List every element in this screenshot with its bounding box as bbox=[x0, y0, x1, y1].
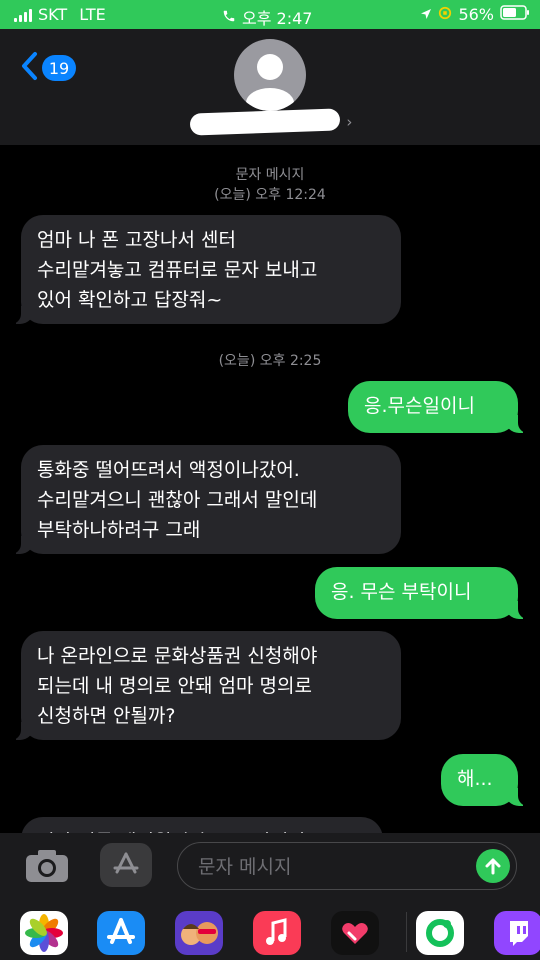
arrow-up-icon bbox=[485, 858, 501, 875]
music-note-icon bbox=[266, 918, 287, 945]
unread-count-badge: 19 bbox=[42, 55, 76, 81]
message-line: 신청하면 안될까? bbox=[37, 705, 176, 727]
music-app-button[interactable] bbox=[253, 911, 301, 955]
photos-icon bbox=[25, 914, 63, 952]
twitch-app-button[interactable] bbox=[494, 911, 540, 955]
app-store-button[interactable] bbox=[97, 911, 145, 955]
message-line: 수리맡겨놓고 컴퓨터로 문자 보내고 bbox=[37, 259, 318, 281]
message-line: 부탁하나하려구 그래 bbox=[37, 519, 201, 541]
status-bar: SKT LTE 오후 2:47 56% bbox=[0, 0, 540, 29]
clock: 오후 2:47 bbox=[242, 9, 313, 28]
person-icon bbox=[246, 54, 294, 111]
apps-button[interactable] bbox=[100, 843, 152, 887]
back-button[interactable]: 19 bbox=[20, 51, 76, 85]
timestamp: (오늘) 오후 2:25 bbox=[218, 353, 322, 369]
memoji-icon bbox=[181, 922, 218, 945]
phone-call-icon bbox=[222, 8, 236, 27]
battery-icon bbox=[500, 5, 530, 24]
contact-suffix: 3 bbox=[328, 113, 338, 131]
contact-avatar[interactable] bbox=[234, 39, 306, 111]
location-icon bbox=[420, 5, 432, 24]
chevron-right-icon: › bbox=[346, 113, 353, 131]
app-store-icon bbox=[107, 918, 135, 944]
incoming-message[interactable]: 통화중 떨어뜨려서 액정이나갔어. 수리맡겨으니 괜찮아 그래서 말인데 부탁하… bbox=[11, 445, 401, 554]
message-line: 있어 확인하고 답장줘~ bbox=[37, 289, 223, 311]
camera-button[interactable] bbox=[24, 848, 70, 888]
memoji-button[interactable] bbox=[175, 911, 223, 955]
message-text: 응.무슨일이니 bbox=[364, 395, 475, 417]
green-app-button[interactable] bbox=[416, 911, 464, 955]
photos-app-button[interactable] bbox=[20, 911, 68, 955]
carrier-label: SKT bbox=[38, 5, 68, 24]
message-input[interactable] bbox=[196, 852, 470, 882]
imessage-app-tray bbox=[0, 898, 540, 960]
message-text: 해... bbox=[457, 768, 493, 790]
timestamp: (오늘) 오후 12:24 bbox=[214, 187, 326, 203]
incoming-message[interactable]: 나 온라인으로 문화상품권 신청해야 되는데 내 명의로 안돼 엄마 명의로 신… bbox=[11, 631, 401, 740]
redacted-contact-name[interactable] bbox=[189, 108, 341, 136]
message-composer bbox=[0, 833, 540, 898]
message-service-label: 문자 메시지 bbox=[235, 167, 305, 183]
send-button[interactable] bbox=[476, 849, 510, 883]
contact-details-button[interactable]: 3 › bbox=[328, 113, 352, 131]
twitch-icon bbox=[510, 921, 528, 946]
message-line: 나 온라인으로 문화상품권 신청해야 bbox=[37, 645, 318, 667]
digital-touch-icon bbox=[342, 923, 368, 944]
battery-percent: 56% bbox=[458, 5, 494, 24]
camera-icon bbox=[26, 850, 68, 882]
message-line: 통화중 떨어뜨려서 액정이나갔어. bbox=[37, 459, 300, 481]
message-field[interactable] bbox=[177, 842, 517, 890]
outgoing-message[interactable]: 해... bbox=[441, 754, 528, 806]
digital-touch-button[interactable] bbox=[331, 911, 379, 955]
conversation-header: 19 3 › bbox=[0, 29, 540, 145]
tray-divider bbox=[406, 912, 407, 952]
network-label: LTE bbox=[79, 5, 106, 24]
orientation-lock-icon bbox=[438, 5, 452, 24]
message-line: 되는데 내 명의로 안돼 엄마 명의로 bbox=[37, 675, 312, 697]
signal-icon bbox=[14, 8, 32, 22]
message-line: 수리맡겨으니 괜찮아 그래서 말인데 bbox=[37, 489, 318, 511]
outgoing-message[interactable]: 응. 무슨 부탁이니 bbox=[315, 567, 528, 619]
chevron-left-icon bbox=[20, 51, 38, 85]
message-text: 응. 무슨 부탁이니 bbox=[331, 581, 472, 603]
incoming-message[interactable]: 엄마 나 폰 고장나서 센터 수리맡겨놓고 컴퓨터로 문자 보내고 있어 확인하… bbox=[11, 215, 401, 324]
message-line: 엄마 나 폰 고장나서 센터 bbox=[37, 229, 236, 251]
green-app-icon bbox=[426, 919, 454, 947]
app-store-icon bbox=[113, 852, 139, 874]
outgoing-message[interactable]: 응.무슨일이니 bbox=[348, 381, 528, 433]
